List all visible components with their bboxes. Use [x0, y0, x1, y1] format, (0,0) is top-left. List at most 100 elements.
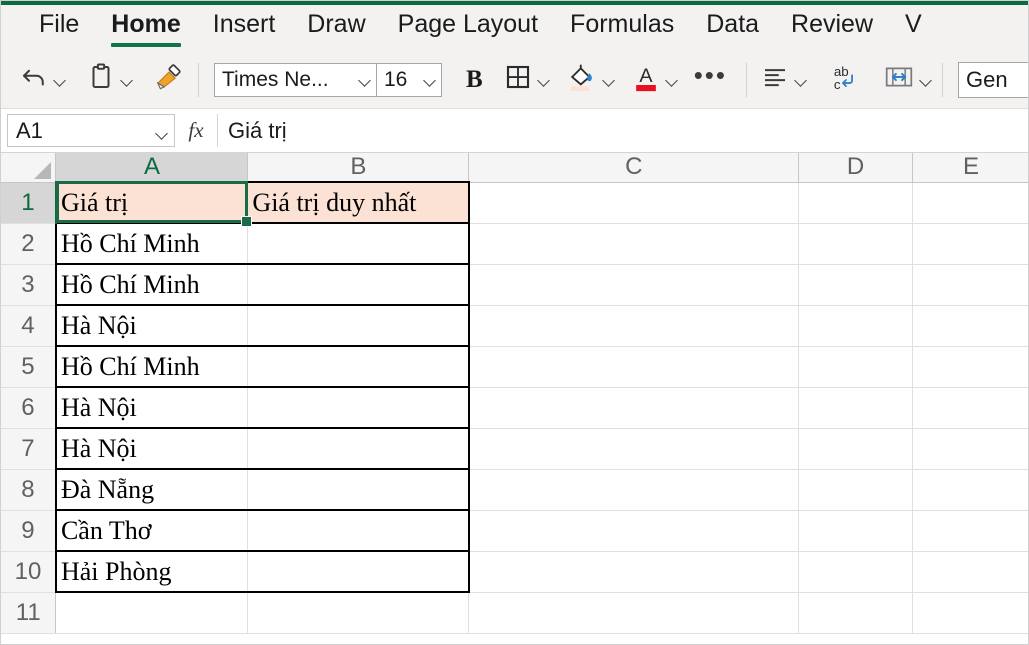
row-header-10[interactable]: 10 — [1, 551, 57, 593]
cell-A11[interactable] — [55, 592, 249, 634]
cell-D11[interactable] — [798, 592, 914, 634]
insert-function-button[interactable]: fx — [175, 114, 217, 147]
cell-E10[interactable] — [912, 551, 1028, 593]
cell-C11[interactable] — [468, 592, 800, 634]
chevron-down-icon[interactable] — [793, 72, 809, 88]
cell-D5[interactable] — [798, 346, 914, 388]
column-header-D[interactable]: D — [798, 153, 914, 183]
ribbon-tab-home[interactable]: Home — [95, 5, 196, 51]
ribbon-tab-insert[interactable]: Insert — [197, 5, 292, 51]
cell-C4[interactable] — [468, 305, 800, 347]
cell-A1[interactable]: Giá trị — [54, 181, 249, 224]
font-color-button[interactable]: A — [627, 60, 684, 100]
cell-C3[interactable] — [468, 264, 800, 306]
ribbon-tab-formulas[interactable]: Formulas — [554, 5, 690, 51]
cell-A7[interactable]: Hà Nội — [54, 428, 249, 470]
cell-D6[interactable] — [798, 387, 914, 429]
cell-B5[interactable] — [247, 346, 470, 388]
row-header-2[interactable]: 2 — [1, 223, 57, 265]
cell-A9[interactable]: Cần Thơ — [54, 510, 249, 552]
font-name-input[interactable]: Times Ne... — [215, 64, 350, 96]
column-header-A[interactable]: A — [55, 153, 249, 183]
format-painter-button[interactable] — [149, 60, 189, 100]
cell-A10[interactable]: Hải Phòng — [54, 551, 249, 593]
column-header-B[interactable]: B — [247, 153, 470, 183]
cell-E2[interactable] — [912, 223, 1028, 265]
formula-input[interactable]: Giá trị — [217, 114, 1024, 147]
select-all-corner[interactable] — [1, 153, 57, 183]
chevron-down-icon[interactable] — [536, 72, 552, 88]
chevron-down-icon[interactable] — [601, 72, 617, 88]
merge-cells-button[interactable] — [879, 60, 938, 100]
ribbon-tab-file[interactable]: File — [23, 5, 95, 51]
cell-D10[interactable] — [798, 551, 914, 593]
cell-E7[interactable] — [912, 428, 1028, 470]
cell-E3[interactable] — [912, 264, 1028, 306]
cell-A6[interactable]: Hà Nội — [54, 387, 249, 429]
cell-B9[interactable] — [247, 510, 470, 552]
cell-B11[interactable] — [247, 592, 470, 634]
cell-D4[interactable] — [798, 305, 914, 347]
cell-E5[interactable] — [912, 346, 1028, 388]
ribbon-tab-draw[interactable]: Draw — [291, 5, 381, 51]
chevron-down-icon[interactable] — [119, 72, 135, 88]
font-size-dropdown[interactable] — [415, 64, 441, 96]
ribbon-tab-review[interactable]: Review — [775, 5, 889, 51]
cell-E9[interactable] — [912, 510, 1028, 552]
cell-C7[interactable] — [468, 428, 800, 470]
alignment-button[interactable] — [756, 60, 813, 100]
ribbon-tab-v[interactable]: V — [889, 5, 938, 51]
chevron-down-icon[interactable] — [664, 72, 680, 88]
row-header-4[interactable]: 4 — [1, 305, 57, 347]
cell-B1[interactable]: Giá trị duy nhất — [247, 181, 470, 224]
cell-B8[interactable] — [247, 469, 470, 511]
chevron-down-icon[interactable] — [52, 72, 68, 88]
number-format-input[interactable]: Gen — [958, 61, 1028, 98]
borders-button[interactable] — [499, 60, 556, 100]
row-header-9[interactable]: 9 — [1, 510, 57, 552]
chevron-down-icon[interactable] — [154, 125, 170, 141]
cell-D1[interactable] — [798, 182, 914, 224]
ribbon-tab-data[interactable]: Data — [690, 5, 775, 51]
cell-E11[interactable] — [912, 592, 1028, 634]
row-header-6[interactable]: 6 — [1, 387, 57, 429]
cell-C6[interactable] — [468, 387, 800, 429]
more-commands-button[interactable]: ••• — [684, 62, 737, 89]
chevron-down-icon[interactable] — [918, 72, 934, 88]
cell-D8[interactable] — [798, 469, 914, 511]
cell-A8[interactable]: Đà Nẵng — [54, 469, 249, 511]
row-header-3[interactable]: 3 — [1, 264, 57, 306]
cell-B3[interactable] — [247, 264, 470, 306]
cell-C2[interactable] — [468, 223, 800, 265]
cell-C10[interactable] — [468, 551, 800, 593]
name-box[interactable]: A1 — [7, 114, 175, 147]
cell-C9[interactable] — [468, 510, 800, 552]
row-header-7[interactable]: 7 — [1, 428, 57, 470]
cell-B10[interactable] — [247, 551, 470, 593]
cell-E8[interactable] — [912, 469, 1028, 511]
fill-color-button[interactable] — [562, 60, 621, 100]
cell-A4[interactable]: Hà Nội — [54, 305, 249, 347]
font-name-dropdown[interactable] — [350, 64, 376, 96]
cell-C5[interactable] — [468, 346, 800, 388]
cell-D3[interactable] — [798, 264, 914, 306]
cell-B6[interactable] — [247, 387, 470, 429]
cell-E1[interactable] — [912, 182, 1028, 224]
undo-button[interactable] — [15, 60, 72, 100]
row-header-11[interactable]: 11 — [1, 592, 57, 634]
cell-A5[interactable]: Hồ Chí Minh — [54, 346, 249, 388]
font-size-input[interactable]: 16 — [377, 64, 415, 96]
bold-button[interactable]: B — [456, 66, 493, 94]
cell-B4[interactable] — [247, 305, 470, 347]
column-header-C[interactable]: C — [468, 153, 800, 183]
cell-B7[interactable] — [247, 428, 470, 470]
cell-D7[interactable] — [798, 428, 914, 470]
paste-button[interactable] — [82, 60, 139, 100]
cell-C1[interactable] — [468, 182, 800, 224]
cell-B2[interactable] — [247, 223, 470, 265]
row-header-8[interactable]: 8 — [1, 469, 57, 511]
cell-E4[interactable] — [912, 305, 1028, 347]
cell-D9[interactable] — [798, 510, 914, 552]
cell-D2[interactable] — [798, 223, 914, 265]
cell-C8[interactable] — [468, 469, 800, 511]
